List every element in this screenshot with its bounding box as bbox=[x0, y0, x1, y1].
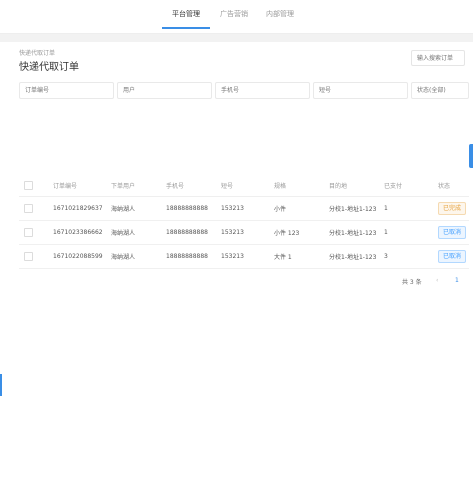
scrollbar-handle[interactable] bbox=[469, 144, 473, 168]
row-checkbox[interactable] bbox=[24, 228, 33, 237]
column-header-short-no[interactable]: 短号 bbox=[221, 174, 274, 197]
cell-destination: 分校1-地址1-123 bbox=[329, 220, 384, 245]
cell-user: 海纳湖人 bbox=[111, 244, 166, 269]
cell-destination: 分校1-地址1-123 bbox=[329, 244, 384, 269]
tab-internal-management[interactable]: 内部管理 bbox=[266, 9, 294, 19]
status-badge[interactable]: 已完成 bbox=[438, 202, 467, 215]
pagination-total: 共 3 条 bbox=[402, 279, 422, 286]
cell-paid: 1 bbox=[384, 220, 438, 245]
tab-advertising[interactable]: 广告营销 bbox=[220, 9, 248, 19]
cell-phone: 18888888888 bbox=[166, 220, 221, 245]
status-badge[interactable]: 已取消 bbox=[438, 226, 467, 239]
cell-phone: 18888888888 bbox=[166, 244, 221, 269]
cell-user: 海纳湖人 bbox=[111, 196, 166, 221]
table-header-row: 订单编号 下单用户 手机号 短号 规格 目的地 已支付 状态 bbox=[19, 174, 469, 197]
breadcrumb: 快递代取订单 bbox=[19, 50, 56, 57]
cell-paid: 1 bbox=[384, 196, 438, 221]
active-tab-indicator bbox=[162, 27, 210, 29]
filter-phone[interactable] bbox=[215, 82, 310, 99]
cell-spec: 大件 1 bbox=[274, 244, 329, 269]
column-header-paid[interactable]: 已支付 bbox=[384, 174, 438, 197]
row-checkbox[interactable] bbox=[24, 252, 33, 261]
tab-platform-management[interactable]: 平台管理 bbox=[172, 9, 200, 19]
page-title: 快递代取订单 bbox=[19, 62, 79, 73]
column-header-destination[interactable]: 目的地 bbox=[329, 174, 384, 197]
cell-order-no: 1671021829637 bbox=[53, 196, 111, 221]
column-header-order-no[interactable]: 订单编号 bbox=[53, 174, 111, 197]
cell-phone: 18888888888 bbox=[166, 196, 221, 221]
filter-user[interactable] bbox=[117, 82, 212, 99]
filter-status-select[interactable] bbox=[411, 82, 469, 99]
cell-spec: 小件 bbox=[274, 196, 329, 221]
cell-destination: 分校1-地址1-123 bbox=[329, 196, 384, 221]
header-divider bbox=[0, 34, 473, 42]
sidebar-active-marker bbox=[0, 374, 2, 396]
column-header-spec[interactable]: 规格 bbox=[274, 174, 329, 197]
pagination-prev-icon[interactable]: ‹ bbox=[436, 277, 438, 284]
filter-order-no[interactable] bbox=[19, 82, 114, 99]
select-all-checkbox[interactable] bbox=[24, 180, 33, 190]
column-header-status[interactable]: 状态 bbox=[438, 174, 469, 197]
table-row[interactable]: 1671022088599 海纳湖人 18888888888 153213 大件… bbox=[19, 244, 469, 269]
filter-short-no[interactable] bbox=[313, 82, 408, 99]
row-checkbox[interactable] bbox=[24, 204, 33, 213]
orders-table: 订单编号 下单用户 手机号 短号 规格 目的地 已支付 状态 167102182… bbox=[19, 174, 469, 269]
cell-short-no: 153213 bbox=[221, 244, 274, 269]
cell-spec: 小件 123 bbox=[274, 220, 329, 245]
table-row[interactable]: 1671023386662 海纳湖人 18888888888 153213 小件… bbox=[19, 220, 469, 245]
top-nav: 平台管理 广告营销 内部管理 bbox=[0, 0, 473, 34]
cell-user: 海纳湖人 bbox=[111, 220, 166, 245]
cell-short-no: 153213 bbox=[221, 196, 274, 221]
pagination-page-1[interactable]: 1 bbox=[455, 277, 459, 284]
table-row[interactable]: 1671021829637 海纳湖人 18888888888 153213 小件… bbox=[19, 196, 469, 221]
cell-paid: 3 bbox=[384, 244, 438, 269]
status-badge[interactable]: 已取消 bbox=[438, 250, 467, 263]
cell-order-no: 1671023386662 bbox=[53, 220, 111, 245]
column-header-user[interactable]: 下单用户 bbox=[111, 174, 166, 197]
cell-short-no: 153213 bbox=[221, 220, 274, 245]
search-input[interactable] bbox=[411, 50, 465, 66]
column-header-phone[interactable]: 手机号 bbox=[166, 174, 221, 197]
cell-order-no: 1671022088599 bbox=[53, 244, 111, 269]
